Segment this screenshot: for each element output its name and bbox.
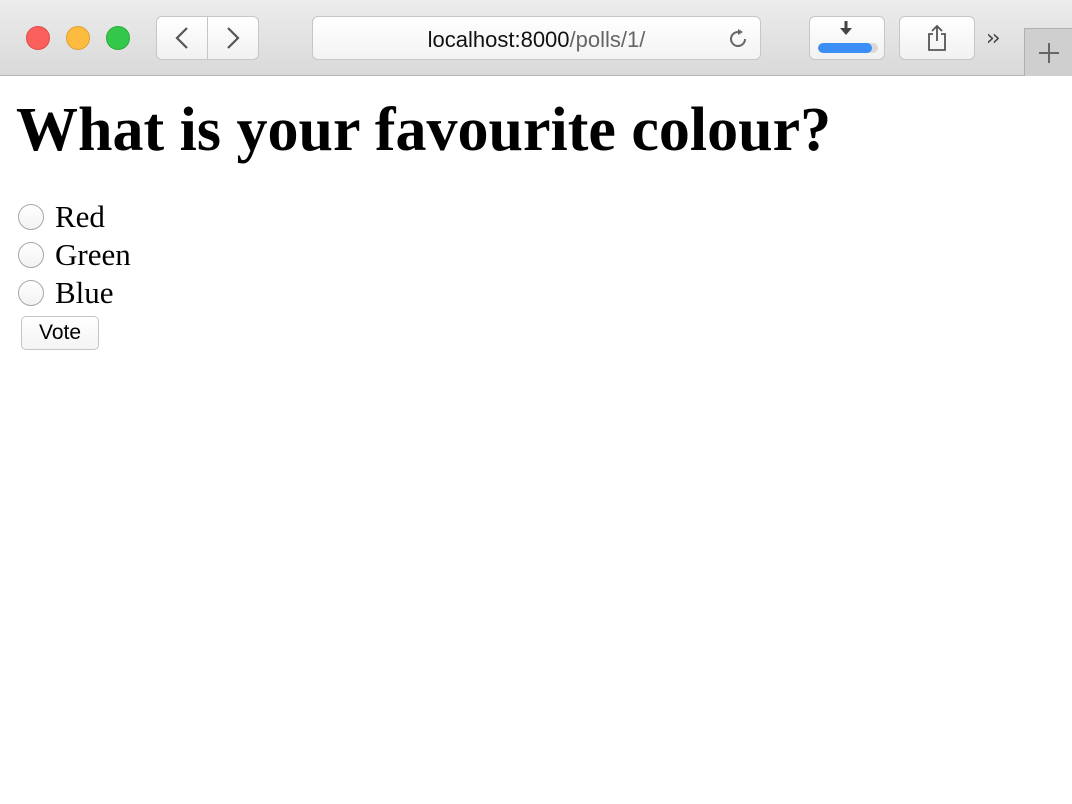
share-icon — [928, 24, 946, 51]
choice-blue[interactable]: Blue — [16, 274, 1056, 312]
download-icon — [840, 21, 852, 35]
downloads-button[interactable] — [809, 16, 885, 60]
url-path: /polls/1/ — [569, 27, 646, 52]
minimize-window-icon[interactable] — [66, 26, 90, 50]
url-text: localhost:8000/polls/1/ — [313, 27, 760, 53]
share-button[interactable] — [899, 16, 975, 60]
download-progress-fill — [818, 43, 872, 53]
forward-button[interactable] — [208, 16, 259, 60]
download-progress-bar — [818, 43, 878, 53]
radio-red[interactable] — [18, 204, 44, 230]
choice-green[interactable]: Green — [16, 236, 1056, 274]
choice-red[interactable]: Red — [16, 198, 1056, 236]
poll-question: What is your favourite colour? — [16, 96, 832, 164]
maximize-window-icon[interactable] — [106, 26, 130, 50]
browser-toolbar: localhost:8000/polls/1/ ›› — [0, 0, 1072, 76]
url-host: localhost:8000 — [427, 27, 570, 52]
choice-label-blue[interactable]: Blue — [55, 275, 114, 311]
close-window-icon[interactable] — [26, 26, 50, 50]
vote-button[interactable]: Vote — [21, 316, 99, 350]
forward-arrow-icon — [227, 27, 240, 49]
choice-label-green[interactable]: Green — [55, 237, 131, 273]
reload-icon[interactable] — [726, 27, 750, 51]
back-arrow-icon — [175, 27, 188, 49]
radio-green[interactable] — [18, 242, 44, 268]
radio-blue[interactable] — [18, 280, 44, 306]
plus-icon — [1038, 42, 1059, 63]
new-tab-button[interactable] — [1024, 28, 1072, 76]
page-content: What is your favourite colour? Red Green… — [0, 92, 1072, 350]
address-bar[interactable]: localhost:8000/polls/1/ — [312, 16, 761, 60]
vote-form: Red Green Blue Vote — [16, 198, 1056, 350]
overflow-chevrons-icon[interactable]: ›› — [986, 26, 1001, 51]
choice-label-red[interactable]: Red — [55, 199, 105, 235]
back-button[interactable] — [156, 16, 208, 60]
